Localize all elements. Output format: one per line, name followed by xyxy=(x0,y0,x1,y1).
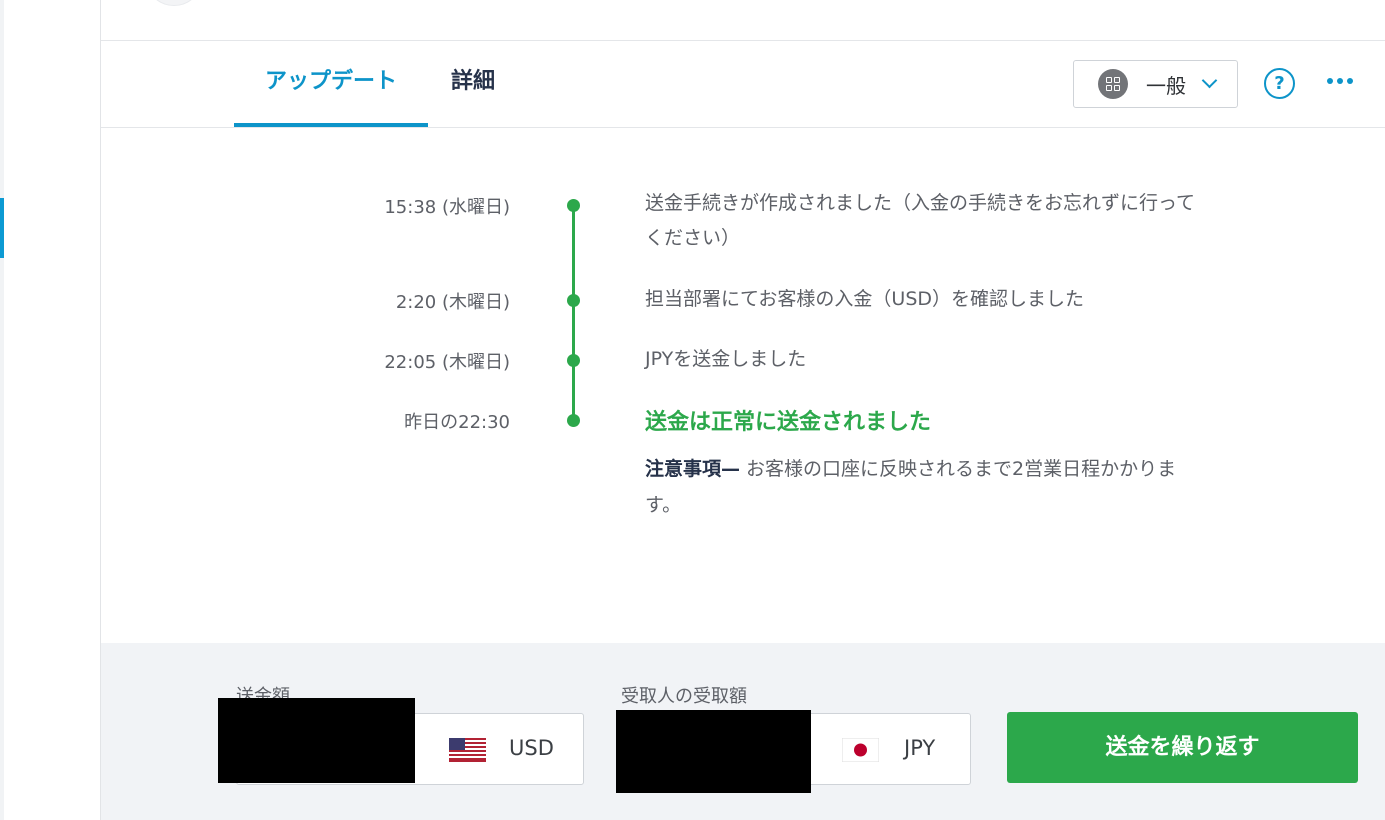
us-flag-icon xyxy=(449,738,486,762)
repeat-transfer-button[interactable]: 送金を繰り返す xyxy=(1007,712,1358,783)
tab-details[interactable]: 詳細 xyxy=(451,41,495,127)
timeline-dot xyxy=(567,294,580,307)
receive-amount-label: 受取人の受取額 xyxy=(621,686,747,707)
timeline-event-success: 送金は正常に送金されました xyxy=(645,410,932,435)
notice-text: 注意事項— お客様の口座に反映されるまで2営業日程かかります。 xyxy=(645,451,1205,523)
view-selector-dropdown[interactable]: 一般 xyxy=(1073,60,1238,108)
redacted-receive-amount xyxy=(616,710,811,793)
timeline-dot xyxy=(567,414,580,427)
send-currency: USD xyxy=(509,736,554,760)
notice-label: 注意事項— xyxy=(645,458,741,480)
timeline-time: 2:20 (木曜日) xyxy=(395,292,510,313)
timeline-event: 送金手続きが作成されました（入金の手続きをお忘れずに行ってください） xyxy=(645,192,1196,249)
timeline-event: JPYを送金しました xyxy=(645,348,807,370)
redacted-send-amount xyxy=(218,698,415,783)
left-nav-active-indicator xyxy=(0,198,4,258)
more-options-icon[interactable] xyxy=(1327,78,1353,86)
timeline-event: 担当部署にてお客様の入金（USD）を確認しました xyxy=(645,288,1085,310)
left-nav-strip xyxy=(0,0,4,820)
receive-currency: JPY xyxy=(904,736,936,760)
grid-icon xyxy=(1098,69,1128,99)
timeline-time: 昨日の22:30 xyxy=(404,412,510,433)
tab-updates[interactable]: アップデート xyxy=(234,41,428,127)
timeline-dot xyxy=(567,354,580,367)
jp-flag-icon xyxy=(842,738,879,762)
timeline-dot xyxy=(567,199,580,212)
help-icon[interactable]: ? xyxy=(1264,68,1295,99)
tab-header: アップデート 詳細 一般 ? xyxy=(101,40,1385,128)
timeline-time: 15:38 (水曜日) xyxy=(384,197,510,218)
view-selector-label: 一般 xyxy=(1146,74,1186,98)
chevron-down-icon xyxy=(1201,72,1218,89)
timeline-time: 22:05 (木曜日) xyxy=(384,352,510,373)
avatar xyxy=(145,0,203,6)
timeline-line xyxy=(572,205,575,421)
